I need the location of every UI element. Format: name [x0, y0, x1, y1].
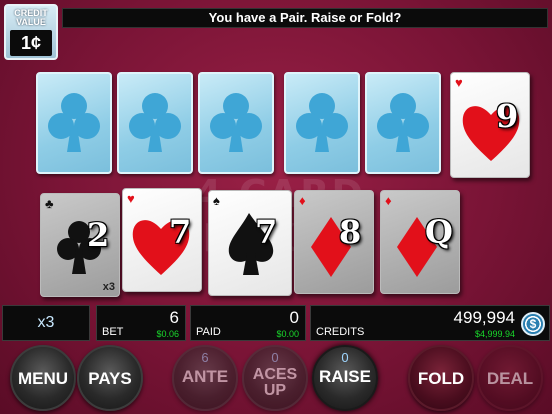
- credits-box: 499,994 CREDITS $4,999.94 $: [310, 305, 550, 341]
- aces-up-count: 0: [271, 350, 279, 365]
- card-rank: 2: [87, 216, 110, 254]
- raise-count: 0: [341, 350, 349, 365]
- card-rank: 7: [169, 213, 192, 251]
- credit-value-amount: 1¢: [10, 30, 52, 56]
- player-card-4[interactable]: ♦ 8: [294, 190, 374, 294]
- card-rank: 9: [496, 97, 519, 135]
- deal-button[interactable]: DEAL: [477, 345, 543, 411]
- club-icon: [210, 93, 262, 152]
- card-rank: 8: [339, 213, 362, 251]
- paid-label: PAID: [196, 326, 221, 338]
- player-card-1[interactable]: ♣ 2 x3: [40, 193, 120, 297]
- credits-money: $4,999.94: [474, 329, 515, 339]
- pays-button[interactable]: PAYS: [77, 345, 143, 411]
- paid-value: 0: [289, 308, 299, 327]
- multiplier-value: x3: [37, 314, 55, 331]
- ante-button[interactable]: 6 ANTE: [172, 345, 238, 411]
- fold-button[interactable]: FOLD: [408, 345, 474, 411]
- pays-button-label: PAYS: [88, 369, 132, 388]
- dealer-card-1: [36, 72, 112, 174]
- message-bar: You have a Pair. Raise or Fold?: [62, 8, 548, 28]
- raise-button[interactable]: 0 RAISE: [312, 345, 378, 411]
- aces-up-button[interactable]: 0 ACES UP: [242, 345, 308, 411]
- heart-icon: [462, 106, 520, 161]
- player-card-5[interactable]: ♦ Q: [380, 190, 460, 294]
- ante-count: 6: [201, 350, 209, 365]
- player-card-2[interactable]: ♥ 7: [122, 188, 202, 292]
- bet-label: BET: [102, 326, 124, 338]
- diamond-icon: [311, 217, 351, 277]
- credits-label: CREDITS: [316, 326, 365, 338]
- ante-button-label: ANTE: [181, 367, 229, 386]
- card-rank: 7: [255, 213, 278, 251]
- menu-button-label: MENU: [17, 369, 69, 388]
- club-icon: [377, 93, 429, 152]
- card-rank: Q: [425, 213, 453, 251]
- paid-money: $0.00: [276, 329, 299, 339]
- paid-box: 0 PAID $0.00: [190, 305, 306, 341]
- credits-value: 499,994: [453, 308, 515, 327]
- bet-value: 6: [169, 308, 179, 327]
- fold-button-label: FOLD: [417, 369, 465, 388]
- credit-value-label: CREDIT VALUE: [14, 8, 48, 27]
- dealer-card-5: [365, 72, 441, 174]
- deal-button-label: DEAL: [486, 369, 534, 388]
- card-multiplier-tag: x3: [102, 281, 115, 293]
- multiplier-box: x3: [2, 305, 90, 341]
- dealer-card-4: [284, 72, 360, 174]
- aces-up-button-label: ACES UP: [252, 366, 298, 399]
- club-icon: [129, 93, 181, 152]
- club-icon: [48, 93, 100, 152]
- dealer-card-2: [117, 72, 193, 174]
- bet-box: 6 BET $0.06: [96, 305, 186, 341]
- credit-value-box[interactable]: CREDIT VALUE 1¢: [4, 4, 58, 60]
- club-icon: [296, 93, 348, 152]
- dealer-card-3: [198, 72, 274, 174]
- bet-money: $0.06: [156, 329, 179, 339]
- dollar-chip-icon[interactable]: $: [521, 312, 545, 336]
- menu-button[interactable]: MENU: [10, 345, 76, 411]
- dealer-card-6: ♥ 9: [450, 72, 530, 178]
- spade-icon: [228, 213, 274, 275]
- raise-button-label: RAISE: [319, 367, 371, 386]
- player-card-3[interactable]: ♠ 7: [208, 190, 292, 296]
